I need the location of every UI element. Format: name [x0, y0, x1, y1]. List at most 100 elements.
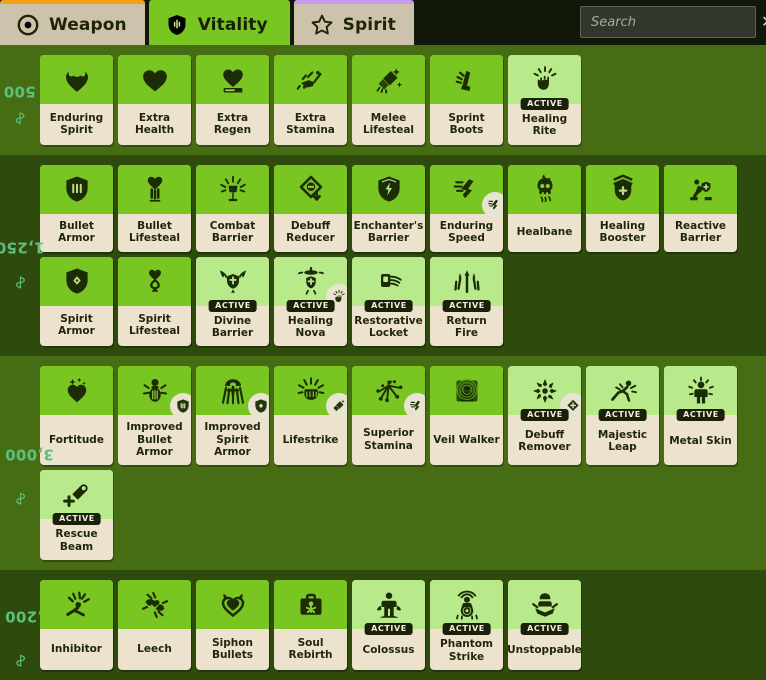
item-name: Bullet Armor: [40, 214, 113, 252]
item-icon-area: ACTIVE: [196, 257, 269, 306]
heart-drip-icon: [140, 174, 170, 204]
item-icon-area: ACTIVE: [430, 257, 503, 306]
item-card[interactable]: Improved Bullet Armor: [118, 366, 191, 465]
item-card[interactable]: Extra Health: [118, 55, 191, 145]
item-card[interactable]: Debuff Reducer: [274, 165, 347, 252]
tab-weapon[interactable]: Weapon: [0, 0, 145, 45]
spirit-star-icon: [310, 13, 334, 37]
item-card[interactable]: ACTIVEHealing Rite: [508, 55, 581, 145]
item-name: Extra Stamina: [274, 104, 347, 145]
item-card[interactable]: Bullet Lifesteal: [118, 165, 191, 252]
search-box[interactable]: ✕: [580, 6, 756, 38]
item-card[interactable]: Combat Barrier: [196, 165, 269, 252]
item-card[interactable]: Soul Rebirth: [274, 580, 347, 670]
item-name: Healbane: [508, 214, 581, 252]
item-icon-area: [118, 257, 191, 306]
item-name: Debuff Remover: [508, 415, 581, 465]
skull-flame-icon: [530, 174, 560, 204]
active-badge: ACTIVE: [364, 623, 413, 635]
souls-icon: [14, 492, 27, 505]
item-card[interactable]: Improved Spirit Armor: [196, 366, 269, 465]
siphon-hearts-icon: [218, 590, 248, 620]
item-card[interactable]: Spirit Armor: [40, 257, 113, 347]
item-card[interactable]: Veil Walker: [430, 366, 503, 465]
item-icon-area: [352, 55, 425, 104]
item-card[interactable]: Siphon Bullets: [196, 580, 269, 670]
item-icon-area: [40, 257, 113, 306]
item-card[interactable]: Leech: [118, 580, 191, 670]
item-card[interactable]: Lifestrike: [274, 366, 347, 465]
item-icon-area: [118, 165, 191, 214]
tab-spirit[interactable]: Spirit: [294, 0, 414, 45]
item-name: Metal Skin: [664, 415, 737, 465]
item-card[interactable]: ACTIVEHealing Nova: [274, 257, 347, 347]
tab-label: Weapon: [49, 15, 127, 35]
item-card[interactable]: Superior Stamina: [352, 366, 425, 465]
item-card[interactable]: ACTIVEDebuff Remover: [508, 366, 581, 465]
item-icon-area: ACTIVE: [352, 257, 425, 306]
item-name: Debuff Reducer: [274, 214, 347, 252]
tab-vitality[interactable]: Vitality: [149, 0, 290, 45]
item-icon-area: [196, 165, 269, 214]
item-card[interactable]: ACTIVERestorative Locket: [352, 257, 425, 347]
item-card[interactable]: ACTIVEColossus: [352, 580, 425, 670]
gauntlet-icon: [374, 65, 404, 95]
heart-bar-icon: [218, 65, 248, 95]
item-icon-area: ACTIVE: [274, 257, 347, 306]
item-card[interactable]: ACTIVEMetal Skin: [664, 366, 737, 465]
soul-case-icon: [296, 590, 326, 620]
item-icon-area: [196, 55, 269, 104]
item-name: Enduring Spirit: [40, 104, 113, 145]
item-card[interactable]: ACTIVEMajestic Leap: [586, 366, 659, 465]
active-badge: ACTIVE: [520, 623, 569, 635]
item-icon-area: ACTIVE: [586, 366, 659, 415]
item-name: Superior Stamina: [352, 415, 425, 465]
item-name: Improved Bullet Armor: [118, 415, 191, 465]
item-card[interactable]: ACTIVEReturn Fire: [430, 257, 503, 347]
item-card[interactable]: Bullet Armor: [40, 165, 113, 252]
shield-bolt-icon: [374, 174, 404, 204]
active-badge: ACTIVE: [598, 409, 647, 421]
locket-icon: [374, 266, 404, 296]
item-card[interactable]: Enduring Spirit: [40, 55, 113, 145]
debuff-remove-icon: [530, 376, 560, 406]
item-row: Enduring SpiritExtra HealthExtra RegenEx…: [40, 55, 766, 145]
item-card[interactable]: Inhibitor: [40, 580, 113, 670]
item-card[interactable]: Healbane: [508, 165, 581, 252]
item-card[interactable]: Enduring Speed: [430, 165, 503, 252]
armored-bug-icon: [140, 376, 170, 406]
item-card[interactable]: Reactive Barrier: [664, 165, 737, 252]
speed-leg-icon: [452, 174, 482, 204]
item-name: Lifestrike: [274, 415, 347, 465]
boot-dash-icon: [296, 65, 326, 95]
search-input[interactable]: [591, 15, 759, 30]
item-card[interactable]: Extra Regen: [196, 55, 269, 145]
heart-horns-icon: [62, 65, 92, 95]
item-name: Extra Regen: [196, 104, 269, 145]
runner-shield-icon: [686, 174, 716, 204]
gem-badge-icon: [248, 393, 269, 419]
sprint-badge-icon: [482, 192, 503, 218]
item-icon-area: [352, 165, 425, 214]
item-icon-area: [352, 366, 425, 415]
item-card[interactable]: Spirit Lifesteal: [118, 257, 191, 347]
item-card[interactable]: ACTIVERescue Beam: [40, 470, 113, 560]
tier-section: 3,000 +FortitudeImproved Bullet ArmorImp…: [0, 356, 766, 570]
active-badge: ACTIVE: [442, 300, 491, 312]
item-card[interactable]: Melee Lifesteal: [352, 55, 425, 145]
tier-section: 500Enduring SpiritExtra HealthExtra Rege…: [0, 45, 766, 155]
item-card[interactable]: ACTIVEPhantom Strike: [430, 580, 503, 670]
item-card[interactable]: Enchanter's Barrier: [352, 165, 425, 252]
item-card[interactable]: ACTIVEDivine Barrier: [196, 257, 269, 347]
item-icon-area: ACTIVE: [508, 366, 581, 415]
item-icon-area: [40, 366, 113, 415]
gauntlet-badge-icon: [326, 393, 347, 419]
item-icon-area: ACTIVE: [664, 366, 737, 415]
item-card[interactable]: ACTIVEUnstoppable: [508, 580, 581, 670]
clear-search-icon[interactable]: ✕: [759, 14, 766, 30]
item-card[interactable]: Healing Booster: [586, 165, 659, 252]
spirit-figure-icon: [218, 376, 248, 406]
item-card[interactable]: Extra Stamina: [274, 55, 347, 145]
item-card[interactable]: Sprint Boots: [430, 55, 503, 145]
shield-cross-icon: [608, 174, 638, 204]
